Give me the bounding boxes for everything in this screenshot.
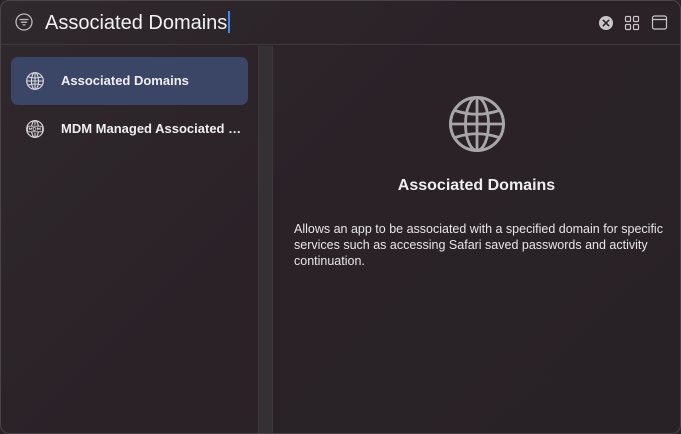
sidebar-item-label: MDM Managed Associated Domains bbox=[61, 121, 243, 136]
filter-icon[interactable] bbox=[15, 13, 33, 31]
library-window: Associated Domains Associated Domains MD… bbox=[0, 0, 681, 434]
sidebar-panel-icon[interactable] bbox=[651, 14, 668, 31]
search-text: Associated Domains bbox=[45, 12, 228, 34]
sidebar-item-associated-domains[interactable]: Associated Domains bbox=[11, 57, 248, 105]
grid-view-icon[interactable] bbox=[624, 15, 640, 31]
search-bar: Associated Domains bbox=[1, 1, 680, 45]
mdm-globe-icon bbox=[25, 119, 45, 139]
clear-icon[interactable] bbox=[598, 15, 614, 31]
sidebar-scrollbar[interactable] bbox=[258, 46, 273, 433]
text-caret bbox=[228, 11, 231, 33]
detail-title: Associated Domains bbox=[397, 177, 556, 194]
sidebar-list: Associated Domains MDM Managed Associate… bbox=[1, 46, 258, 433]
globe-icon bbox=[447, 94, 507, 154]
detail-description: Allows an app to be associated with a sp… bbox=[294, 222, 663, 268]
search-input[interactable]: Associated Domains bbox=[45, 7, 565, 39]
detail-pane: Associated Domains Allows an app to be a… bbox=[273, 46, 680, 433]
sidebar-item-label: Associated Domains bbox=[61, 73, 189, 88]
globe-icon bbox=[25, 71, 45, 91]
sidebar-item-mdm-managed-associated-domains[interactable]: MDM Managed Associated Domains bbox=[11, 105, 248, 153]
